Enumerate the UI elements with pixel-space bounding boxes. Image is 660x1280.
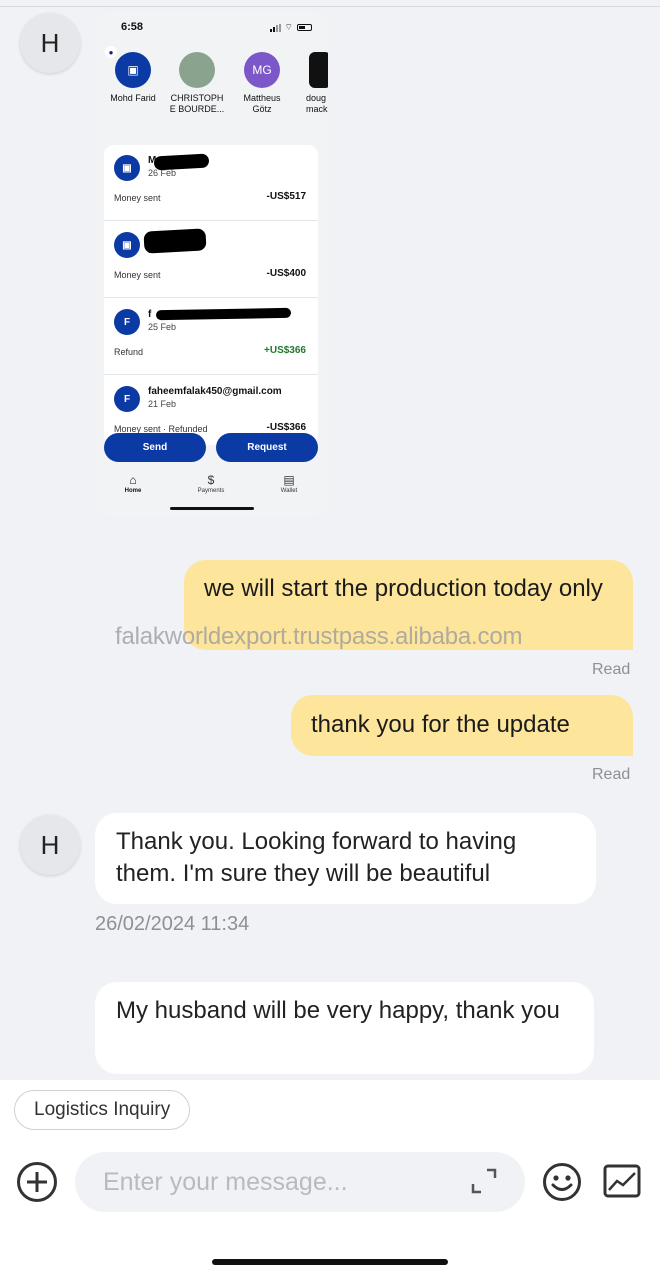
home-indicator (212, 1259, 448, 1265)
redaction-scribble (153, 153, 210, 171)
store-icon: ▣ (115, 52, 151, 88)
message-bubble-outgoing[interactable]: thank you for the update (291, 695, 633, 756)
emoji-icon[interactable] (542, 1162, 582, 1202)
store-icon: ▣ (114, 155, 140, 181)
signal-icon (269, 23, 281, 32)
watermark: falakworldexport.trustpass.alibaba.com (115, 623, 523, 650)
transaction-type: Money sent (114, 270, 161, 280)
image-attachment[interactable]: 6:58 ⌔ ● ▣ Mohd Farid CHRISTOPH E BOURDE… (95, 12, 328, 516)
contact-initials: MG (244, 52, 280, 88)
transaction-amount: -US$400 (266, 268, 306, 279)
add-icon[interactable] (17, 1162, 57, 1202)
bottom-nav: ⌂ Home $ Payments ▤ Wallet (95, 472, 328, 508)
contact-avatar[interactable]: H (20, 815, 80, 875)
contact-name: Mohd Farid (110, 93, 156, 103)
redaction-scribble (155, 307, 292, 321)
contact-item[interactable]: CHRISTOPH E BOURDE... (166, 52, 228, 115)
contact-photo (309, 52, 328, 88)
transaction-name: f (148, 309, 152, 320)
message-text: we will start the production today only (204, 575, 603, 602)
transaction-date: 21 Feb (148, 399, 177, 409)
transaction-type: Refund (114, 347, 144, 357)
store-icon: ▣ (114, 232, 140, 258)
home-indicator (170, 507, 254, 510)
contact-avatar[interactable]: H (20, 13, 80, 73)
contact-item[interactable]: MG Mattheus Götz (231, 52, 293, 115)
read-status: Read (592, 766, 631, 783)
quick-reply-chip[interactable]: Logistics Inquiry (14, 1090, 191, 1130)
refund-avatar-icon: F (114, 386, 140, 412)
message-text: thank you for the update (311, 711, 570, 738)
contact-item[interactable]: doug mack (289, 52, 328, 115)
contact-name: doug mack (306, 93, 328, 114)
transaction-name: faheemfalak450@gmail.com (148, 386, 282, 397)
contact-name: CHRISTOPH E BOURDE... (169, 93, 225, 114)
message-input-container[interactable] (75, 1152, 525, 1212)
transaction-row[interactable]: F f 25 Feb Refund +US$366 (104, 299, 318, 375)
nav-home[interactable]: ⌂ Home (108, 472, 158, 494)
transaction-row[interactable]: ▣ 2 Money sent -US$400 (104, 222, 318, 298)
transaction-date: 25 Feb (148, 322, 177, 332)
payments-icon: $ (207, 473, 215, 487)
contact-photo (179, 52, 215, 88)
transaction-amount: +US$366 (264, 345, 306, 356)
transaction-row[interactable]: ▣ M 26 Feb Money sent -US$517 (104, 145, 318, 221)
nav-label: Payments (197, 488, 225, 494)
nav-label: Wallet (280, 488, 298, 494)
send-button[interactable]: Send (104, 433, 206, 462)
contact-initial: H (40, 829, 60, 860)
read-status: Read (592, 661, 631, 678)
image-icon[interactable] (603, 1164, 641, 1198)
transaction-amount: -US$517 (266, 191, 306, 202)
status-icons: ⌔ (269, 22, 312, 33)
transaction-amount: -US$366 (266, 422, 306, 433)
expand-icon[interactable] (471, 1168, 497, 1194)
wifi-icon: ⌔ (284, 22, 293, 32)
status-bar: 6:58 ⌔ (95, 12, 328, 40)
home-icon: ⌂ (129, 473, 137, 487)
top-divider (0, 6, 660, 7)
message-bubble-incoming[interactable]: My husband will be very happy, thank you (95, 982, 594, 1074)
nav-payments[interactable]: $ Payments (186, 472, 236, 494)
nav-label: Home (124, 488, 142, 494)
message-text: My husband will be very happy, thank you (116, 997, 560, 1024)
request-button[interactable]: Request (216, 433, 318, 462)
refund-avatar-icon: F (114, 309, 140, 335)
status-time: 6:58 (121, 21, 144, 33)
battery-icon (297, 24, 312, 31)
wallet-icon: ▤ (283, 473, 295, 487)
redaction-scribble (143, 228, 207, 254)
message-text: Thank you. Looking forward to having the… (116, 828, 517, 887)
nav-wallet[interactable]: ▤ Wallet (264, 472, 314, 494)
message-timestamp: 26/02/2024 11:34 (95, 913, 250, 935)
message-input[interactable] (103, 1164, 443, 1200)
transaction-type: Money sent (114, 193, 161, 203)
message-bubble-incoming[interactable]: Thank you. Looking forward to having the… (95, 813, 596, 904)
contact-initial: H (40, 27, 60, 58)
action-buttons: Send Request (104, 433, 318, 463)
transactions-list: ▣ M 26 Feb Money sent -US$517 ▣ 2 Money … (104, 145, 318, 445)
contacts-row: ▣ Mohd Farid CHRISTOPH E BOURDE... MG Ma… (95, 52, 328, 136)
contact-name: Mattheus Götz (243, 93, 281, 114)
composer: Logistics Inquiry (0, 1080, 660, 1280)
contact-item[interactable]: ▣ Mohd Farid (102, 52, 164, 104)
